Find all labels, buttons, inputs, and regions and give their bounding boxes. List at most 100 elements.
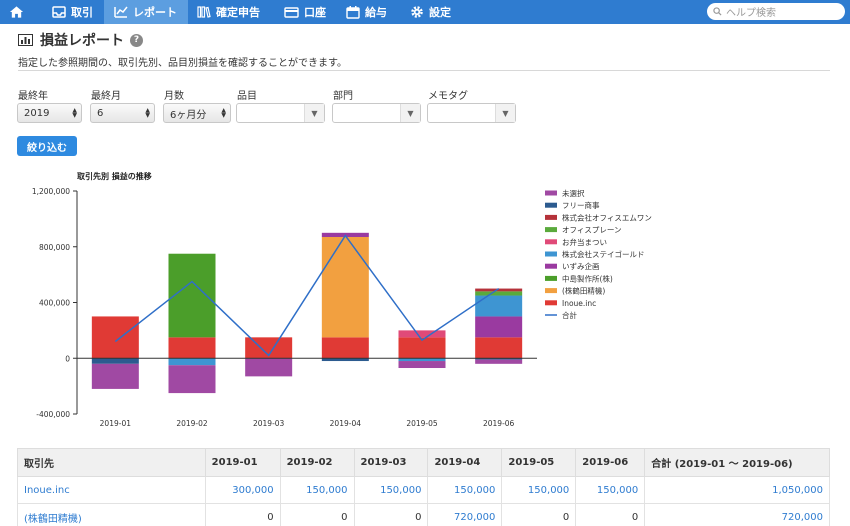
column-header[interactable]: 取引先 xyxy=(17,448,206,477)
amount-link[interactable]: 150,000 xyxy=(575,476,646,504)
chevron-down-icon[interactable]: ▼ xyxy=(400,104,420,122)
home-button[interactable] xyxy=(0,0,38,24)
apply-filter-button[interactable]: 絞り込む xyxy=(17,136,77,156)
year-value: 2019 xyxy=(24,107,50,119)
nav-item-transactions[interactable]: 取引 xyxy=(44,0,100,24)
amount-link[interactable]: 150,000 xyxy=(353,476,429,504)
bar-segment xyxy=(245,358,293,377)
table-row: (株鶴田精機) 0 0 0 720,000 0 0 720,000 xyxy=(17,503,830,526)
x-tick-label: 2019-04 xyxy=(330,419,362,428)
partner-table: 取引先 2019-01 2019-02 2019-03 2019-04 2019… xyxy=(17,448,830,526)
legend-label: (株鶴田精機) xyxy=(562,286,605,296)
gear-icon xyxy=(411,6,423,18)
bar-segment xyxy=(321,337,369,359)
legend-label: フリー商事 xyxy=(562,200,600,210)
month-label: 最終月 xyxy=(91,91,121,102)
x-tick-label: 2019-02 xyxy=(176,419,208,428)
bar-segment xyxy=(168,253,216,338)
bar-segment xyxy=(321,236,369,338)
column-header[interactable]: 2019-01 xyxy=(204,448,281,477)
table-header-row: 取引先 2019-01 2019-02 2019-03 2019-04 2019… xyxy=(17,448,830,477)
legend-swatch xyxy=(545,202,557,208)
months-value: 6ヶ月分 xyxy=(170,109,207,121)
nav-item-label: 取引 xyxy=(71,6,93,19)
bar-segment xyxy=(168,365,216,394)
updown-arrow-icon: ▲ ▼ xyxy=(145,107,150,119)
bar-segment xyxy=(168,337,216,359)
item-combobox[interactable]: ▼ xyxy=(236,103,325,123)
column-header[interactable]: 2019-03 xyxy=(353,448,429,477)
profit-chart: 取引先別 損益の推移 1,200,000 800,000 400,000 0 -400,… xyxy=(32,171,652,428)
page-header: 損益レポート ? xyxy=(18,30,143,50)
month-value: 6 xyxy=(97,107,104,119)
nav-item-label: 確定申告 xyxy=(216,6,260,19)
legend-label: 合計 xyxy=(562,310,577,320)
chevron-down-icon[interactable]: ▼ xyxy=(495,104,515,122)
memo-combobox[interactable]: ▼ xyxy=(427,103,516,123)
amount-cell: 0 xyxy=(501,503,577,526)
amount-link[interactable]: 300,000 xyxy=(204,476,281,504)
legend-label: オフィスプレーン xyxy=(562,226,621,235)
legend-swatch xyxy=(545,214,557,220)
legend-swatch xyxy=(545,227,557,233)
legend-swatch xyxy=(545,275,557,281)
bar-segment xyxy=(475,295,523,317)
top-nav: 取引 レポート 確定申告 口座 給与 設定 ヘルプ検索 xyxy=(0,0,850,24)
column-header[interactable]: 2019-06 xyxy=(575,448,646,477)
legend-swatch xyxy=(545,288,557,294)
amount-link[interactable]: 720,000 xyxy=(427,503,503,526)
column-header[interactable]: 2019-04 xyxy=(427,448,503,477)
bar-segment xyxy=(91,363,139,389)
nav-item-accounts[interactable]: 口座 xyxy=(284,0,338,24)
months-select[interactable]: 6ヶ月分 ▲ ▼ xyxy=(163,103,231,123)
x-tick-label: 2019-06 xyxy=(483,419,515,428)
y-tick-label: 800,000 xyxy=(39,243,70,252)
x-tick-label: 2019-05 xyxy=(406,419,438,428)
amount-cell: 0 xyxy=(204,503,281,526)
partner-link[interactable]: (株鶴田精機) xyxy=(17,503,206,526)
home-icon xyxy=(9,6,24,18)
dept-combobox[interactable]: ▼ xyxy=(332,103,421,123)
total-link[interactable]: 1,050,000 xyxy=(644,476,830,504)
column-header[interactable]: 合計 (2019-01 〜 2019-06) xyxy=(644,448,830,477)
total-link[interactable]: 720,000 xyxy=(644,503,830,526)
nav-item-settings[interactable]: 設定 xyxy=(410,0,464,24)
updown-arrow-icon: ▲ ▼ xyxy=(72,107,77,119)
partner-link[interactable]: Inoue.inc xyxy=(17,476,206,504)
help-search-placeholder: ヘルプ検索 xyxy=(726,8,776,19)
amount-cell: 0 xyxy=(353,503,429,526)
amount-cell: 0 xyxy=(279,503,355,526)
column-header[interactable]: 2019-05 xyxy=(501,448,577,477)
legend-label: Inoue.inc xyxy=(562,299,596,308)
amount-link[interactable]: 150,000 xyxy=(427,476,503,504)
bar-segment xyxy=(475,316,523,338)
table-row: Inoue.inc 300,000 150,000 150,000 150,00… xyxy=(17,476,830,504)
bar-segment xyxy=(168,358,216,366)
year-select[interactable]: 2019 ▲ ▼ xyxy=(17,103,82,123)
item-label: 品目 xyxy=(237,91,257,102)
month-select[interactable]: 6 ▲ ▼ xyxy=(90,103,155,123)
amount-link[interactable]: 150,000 xyxy=(501,476,577,504)
help-search-input[interactable]: ヘルプ検索 xyxy=(707,3,845,20)
nav-item-reports[interactable]: レポート xyxy=(104,0,188,24)
legend-label: 株式会社オフィスエムワン xyxy=(562,212,652,222)
chevron-down-icon[interactable]: ▼ xyxy=(304,104,324,122)
bar-segment xyxy=(398,330,446,338)
y-tick-label: 400,000 xyxy=(39,299,70,308)
legend-swatch xyxy=(545,300,557,306)
books-icon xyxy=(197,6,211,18)
amount-link[interactable]: 150,000 xyxy=(279,476,355,504)
nav-item-payroll[interactable]: 給与 xyxy=(346,0,400,24)
help-icon[interactable]: ? xyxy=(130,33,143,47)
card-icon xyxy=(284,6,299,18)
nav-item-tax-return[interactable]: 確定申告 xyxy=(197,0,275,24)
legend-swatch xyxy=(545,239,557,245)
amount-cell: 0 xyxy=(575,503,646,526)
legend-swatch xyxy=(545,190,557,196)
calendar-icon xyxy=(346,5,360,19)
legend-label: 中島製作所(株) xyxy=(562,273,613,283)
nav-item-label: 給与 xyxy=(365,6,387,19)
column-header[interactable]: 2019-02 xyxy=(279,448,355,477)
legend-swatch xyxy=(545,263,557,269)
chart-title: 取引先別 損益の推移 xyxy=(77,171,152,181)
